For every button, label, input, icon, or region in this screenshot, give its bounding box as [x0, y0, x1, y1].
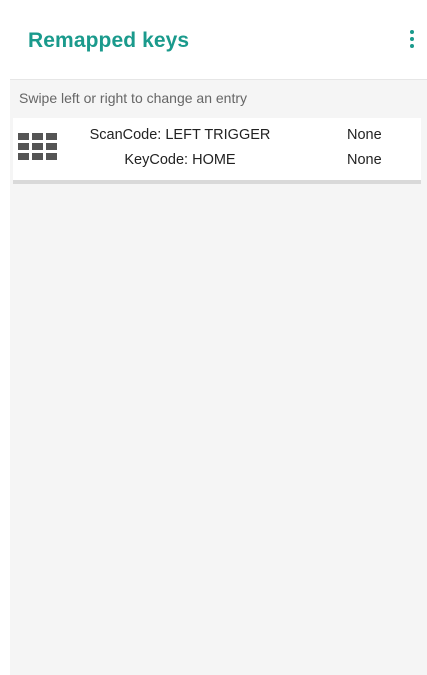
overflow-dot	[410, 30, 414, 34]
overflow-dot	[410, 44, 414, 48]
remap-entry[interactable]: ScanCode: LEFT TRIGGER None KeyCode: HOM…	[13, 118, 421, 184]
remapped-keys-screen: Remapped keys Swipe left or right to cha…	[0, 0, 427, 675]
scan-code-label: ScanCode: LEFT TRIGGER	[89, 127, 271, 143]
swipe-hint: Swipe left or right to change an entry	[19, 90, 248, 106]
more-vert-icon[interactable]	[403, 26, 421, 52]
page-title: Remapped keys	[28, 29, 190, 52]
overflow-dot	[410, 37, 414, 41]
app-bar: Remapped keys	[10, 0, 427, 80]
key-code-value: None	[347, 152, 382, 168]
remapped-keys-list: Swipe left or right to change an entry S…	[10, 80, 427, 675]
key-code-label: KeyCode: HOME	[124, 152, 236, 168]
scan-code-value: None	[347, 127, 382, 143]
